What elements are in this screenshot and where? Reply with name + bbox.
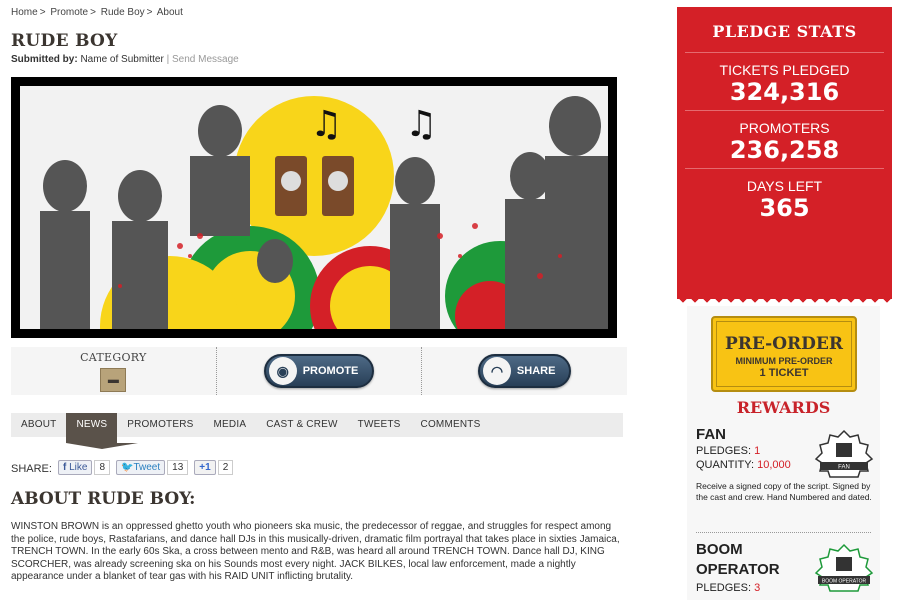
facebook-like-label: Like [69,461,88,473]
submitter-name[interactable]: Name of Submitter [80,54,163,65]
about-heading: ABOUT RUDE BOY: [11,489,196,509]
breadcrumb: Home > Promote > Rude Boy > About [11,7,183,18]
pre-order-quantity: 1 TICKET [759,367,809,379]
tab-promoters[interactable]: PROMOTERS [117,413,203,437]
share-label: SHARE: [11,463,52,475]
promote-button[interactable]: ◉ PROMOTE [263,354,375,388]
rewards-title: REWARDS [736,398,831,417]
svg-text:♫: ♫ [310,104,342,145]
pledges-count: 3 [754,582,761,594]
facebook-like-button[interactable]: f Like [57,459,93,475]
send-message-link[interactable]: | Send Message [167,54,239,65]
tab-cast-crew[interactable]: CAST & CREW [256,413,347,437]
quantity-count: 10,000 [757,459,791,471]
stat-days-left: DAYS LEFT 365 [685,169,884,226]
breadcrumb-promote[interactable]: Promote [50,7,88,18]
tab-news[interactable]: NEWS [66,413,139,449]
pre-order-minimum: MINIMUM PRE-ORDER [735,356,833,366]
boom-operator-badge-icon: BOOM OPERATOR [814,543,874,592]
tab-media[interactable]: MEDIA [204,413,257,437]
stat-label: DAYS LEFT [746,178,823,194]
pre-order-title: PRE-ORDER [724,334,843,354]
boom-operator-badge-text: BOOM OPERATOR [822,579,867,585]
pledge-stats-panel: PLEDGE STATS TICKETS PLEDGED 324,316 PRO… [677,7,892,309]
breadcrumb-separator: > [146,7,153,18]
submitted-by: Submitted by: Name of Submitter | Send M… [11,54,239,65]
pledges-label: PLEDGES: [696,445,752,457]
facebook-like: f Like 8 [57,459,111,475]
promote-button-label: PROMOTE [302,365,359,377]
facebook-like-count: 8 [94,459,111,475]
stat-promoters: PROMOTERS 236,258 [685,111,884,169]
stat-tickets-pledged: TICKETS PLEDGED 324,316 [685,53,884,111]
pledges-label: PLEDGES: [696,582,752,594]
rewards-panel: PRE-ORDER MINIMUM PRE-ORDER 1 TICKET REW… [687,306,880,600]
megaphone-icon: ◉ [268,357,297,385]
page-title: RUDE BOY [11,31,118,51]
breadcrumb-about[interactable]: About [157,7,183,18]
pledges-count: 1 [754,445,761,457]
share-cell: ◠ SHARE [422,347,627,395]
plus-one-button[interactable]: +1 [194,459,216,475]
stat-label: PROMOTERS [739,120,830,136]
broadcast-icon: ◠ [482,357,511,385]
reward-divider [696,532,871,533]
breadcrumb-separator: > [90,7,96,18]
breadcrumb-home[interactable]: Home [11,7,38,18]
fan-badge-text: FAN [838,465,850,471]
content-tabs: ABOUT NEWS PROMOTERS MEDIA CAST & CREW T… [11,413,623,449]
svg-text:♫: ♫ [405,104,437,145]
promote-cell: ◉ PROMOTE [217,347,423,395]
tweet-label: Tweet [133,461,161,473]
tab-tweets[interactable]: TWEETS [348,413,411,437]
fan-badge-icon: FAN [814,429,874,478]
film-category-icon[interactable]: ▬ [100,367,127,392]
share-button-label: SHARE [516,365,556,377]
about-text: WINSTON BROWN is an oppressed ghetto you… [11,521,620,582]
submitted-label: Submitted by: [11,54,78,65]
stat-value: 236,258 [729,136,840,164]
stat-value: 365 [759,194,810,222]
stat-label: TICKETS PLEDGED [719,62,850,78]
reward-name: BOOM OPERATOR [696,541,780,578]
tab-comments[interactable]: COMMENTS [411,413,491,437]
category-label: CATEGORY [80,350,147,364]
pre-order-button[interactable]: PRE-ORDER MINIMUM PRE-ORDER 1 TICKET [711,316,857,392]
breadcrumb-rude-boy[interactable]: Rude Boy [101,7,145,18]
hero-artwork: ♫ ♫ [20,86,608,329]
breadcrumb-separator: > [39,7,46,18]
pledge-stats-title: PLEDGE STATS [685,7,884,53]
reward-description: Receive a signed copy of the script. Sig… [696,481,872,502]
google-plus: +1 2 [194,459,234,475]
bird-icon: 🐦 [121,461,134,473]
plus-one-count: 2 [217,459,234,475]
tweet-count: 13 [167,459,189,475]
category-cell: CATEGORY ▬ [11,347,217,395]
social-share: SHARE: f Like 8 🐦Tweet 13 +1 2 [11,459,234,475]
tweet-button[interactable]: 🐦Tweet [116,459,166,475]
tab-about[interactable]: ABOUT [11,413,66,437]
hero-image: ♫ ♫ [11,77,617,338]
share-button[interactable]: ◠ SHARE [477,354,572,388]
twitter-tweet: 🐦Tweet 13 [116,459,189,475]
quantity-label: QUANTITY: [696,459,755,471]
stat-value: 324,316 [729,78,840,106]
plus-one-label: +1 [199,461,211,473]
action-bar: CATEGORY ▬ ◉ PROMOTE ◠ SHARE [11,347,627,395]
